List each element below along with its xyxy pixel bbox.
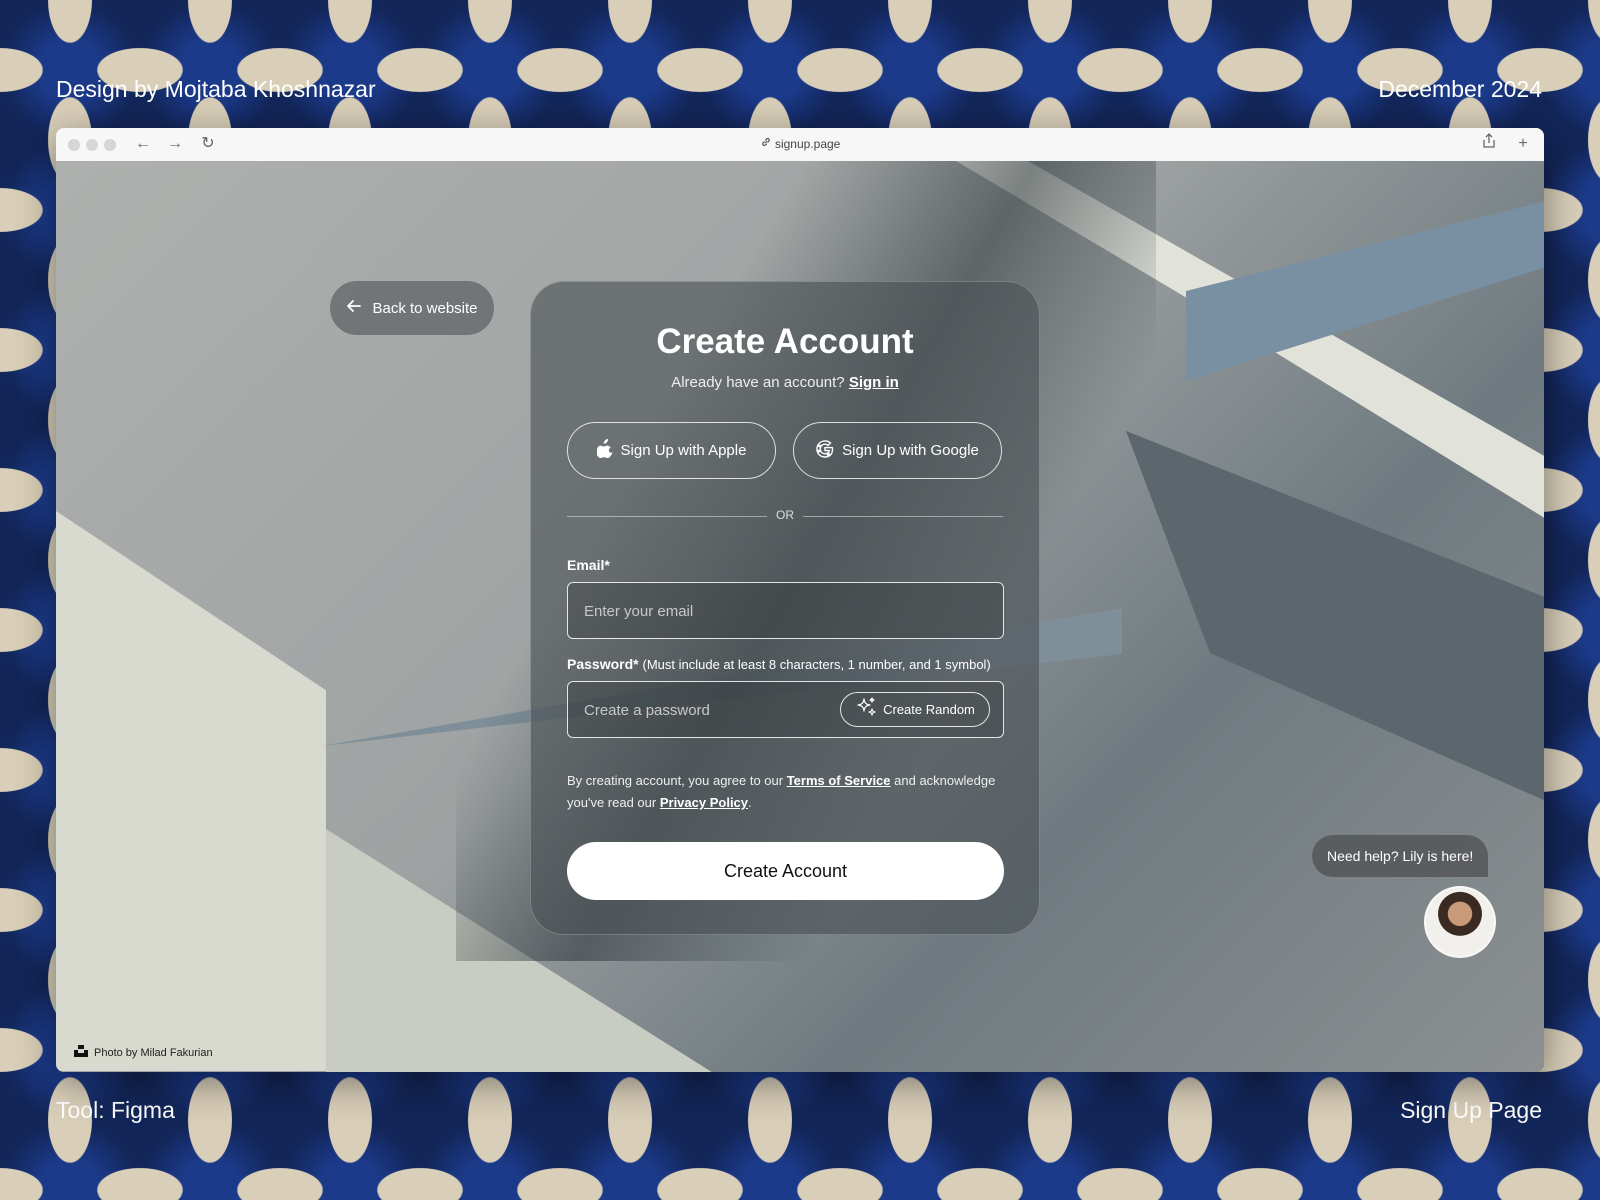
arrow-left-icon — [346, 298, 362, 318]
back-to-website-button[interactable]: Back to website — [330, 281, 494, 335]
terms-prefix: By creating account, you agree to our — [567, 773, 784, 788]
design-date: December 2024 — [1378, 76, 1542, 102]
unsplash-icon — [74, 1045, 88, 1060]
help-bubble[interactable]: Need help? Lily is here! — [1312, 835, 1489, 877]
background-shape — [1126, 431, 1544, 801]
apple-label: Sign Up with Apple — [620, 442, 747, 459]
link-icon — [760, 137, 775, 151]
back-label: Back to website — [372, 299, 478, 317]
signup-google-button[interactable]: Sign Up with Google — [793, 422, 1002, 479]
password-field-wrapper: Create Random — [567, 681, 1004, 738]
create-random-label: Create Random — [883, 702, 975, 717]
google-label: Sign Up with Google — [842, 442, 979, 459]
password-label-text: Password* — [567, 656, 639, 672]
page-viewport: Back to website Create Account Already h… — [56, 161, 1544, 1072]
browser-toolbar: ← → ↻ signup.page + — [56, 128, 1544, 162]
signup-card: Create Account Already have an account? … — [530, 281, 1040, 935]
photo-credit-text: Photo by Milad Fakurian — [94, 1046, 213, 1059]
password-label: Password* (Must include at least 8 chara… — [567, 656, 991, 672]
photo-credit[interactable]: Photo by Milad Fakurian — [74, 1045, 213, 1060]
url-text: signup.page — [774, 136, 841, 151]
page-name-label: Sign Up Page — [1400, 1097, 1542, 1123]
create-account-button[interactable]: Create Account — [567, 842, 1004, 900]
address-bar[interactable]: signup.page — [56, 136, 1544, 151]
terms-text: By creating account, you agree to our Te… — [567, 770, 1007, 814]
terms-suffix: . — [748, 795, 752, 810]
tool-label: Tool: Figma — [56, 1097, 175, 1123]
signin-prompt: Already have an account? Sign in — [531, 374, 1039, 391]
or-label: OR — [776, 508, 794, 522]
or-divider: OR — [567, 508, 1003, 522]
privacy-policy-link[interactable]: Privacy Policy — [660, 795, 748, 810]
designer-credit: Design by Mojtaba Khoshnazar — [56, 76, 376, 102]
browser-window: ← → ↻ signup.page + Back to website Crea… — [56, 128, 1544, 1072]
google-icon — [816, 439, 834, 462]
create-random-button[interactable]: Create Random — [840, 692, 990, 727]
password-hint: (Must include at least 8 characters, 1 n… — [642, 657, 991, 672]
sparkle-icon — [855, 697, 877, 722]
apple-icon — [595, 439, 613, 462]
signup-apple-button[interactable]: Sign Up with Apple — [567, 422, 776, 479]
terms-of-service-link[interactable]: Terms of Service — [787, 773, 891, 788]
page-title: Create Account — [656, 322, 914, 361]
email-field-wrapper — [567, 582, 1004, 639]
signin-prompt-text: Already have an account? — [671, 374, 845, 391]
email-field[interactable] — [582, 583, 836, 639]
background-shape — [56, 511, 326, 1071]
password-field[interactable] — [582, 682, 836, 738]
plus-icon[interactable]: + — [1512, 133, 1534, 155]
share-icon[interactable] — [1478, 133, 1500, 155]
support-avatar[interactable] — [1424, 886, 1496, 958]
signin-link[interactable]: Sign in — [849, 374, 899, 391]
email-label: Email* — [567, 557, 610, 573]
